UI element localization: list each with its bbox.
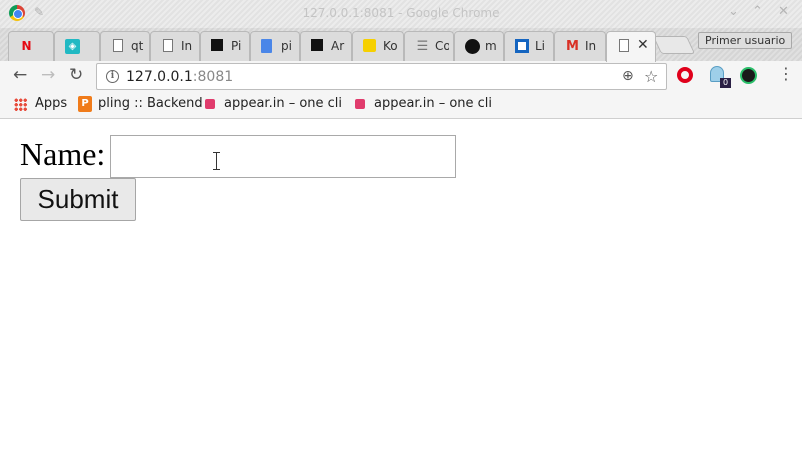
github-icon xyxy=(465,39,480,54)
bookmark-appear-in-2[interactable]: appear.in – one click xyxy=(374,96,491,111)
google-docs-icon xyxy=(261,39,272,53)
maximize-icon[interactable]: ⌃ xyxy=(752,4,763,19)
black-square-icon xyxy=(211,39,223,51)
tab-title: Ar xyxy=(331,39,345,53)
star-icon[interactable]: ☆ xyxy=(644,67,658,86)
page-content: Name: Submit xyxy=(0,120,802,454)
submit-button[interactable]: Submit xyxy=(20,178,136,221)
menu-icon[interactable]: ⋮ xyxy=(778,64,794,83)
url-text[interactable]: 127.0.0.1:8081 xyxy=(126,69,233,85)
tab-strip: N ◈ qt In Pi pi Ar Ko ☰ Co m Li M In ✕ P… xyxy=(0,28,802,62)
black-square-icon xyxy=(311,39,323,51)
netflix-icon: N xyxy=(21,39,32,53)
pling-icon: P xyxy=(78,96,92,112)
appear-icon xyxy=(355,99,365,109)
window-titlebar: ✎ 127.0.0.1:8081 - Google Chrome ⌄ ⌃ ✕ xyxy=(0,0,802,28)
opera-extension-icon[interactable] xyxy=(677,67,693,83)
back-icon[interactable]: ← xyxy=(13,65,27,85)
speed-extension-icon[interactable] xyxy=(740,67,757,84)
tab-title: Li xyxy=(535,39,546,53)
tab-title: m xyxy=(485,39,497,53)
tab-ko[interactable]: Ko xyxy=(352,31,404,61)
tab-title: Pi xyxy=(231,39,242,53)
minimize-icon[interactable]: ⌄ xyxy=(728,4,739,19)
tab-qt[interactable]: qt xyxy=(100,31,150,61)
appear-icon xyxy=(205,99,215,109)
tab-pi-doc[interactable]: pi xyxy=(250,31,300,61)
text-cursor-icon xyxy=(213,152,223,170)
reload-icon[interactable]: ↻ xyxy=(69,65,83,85)
tab-title: Ko xyxy=(383,39,397,53)
close-icon[interactable]: ✕ xyxy=(778,4,789,19)
document-icon xyxy=(619,39,629,52)
tab-netflix[interactable]: N xyxy=(8,31,54,61)
document-icon xyxy=(113,39,123,52)
zoom-icon[interactable]: ⊕ xyxy=(622,68,634,84)
shield-icon: ◈ xyxy=(65,39,80,54)
tab-ar[interactable]: Ar xyxy=(300,31,352,61)
window-title: 127.0.0.1:8081 - Google Chrome xyxy=(302,6,500,20)
address-bar[interactable]: i 127.0.0.1:8081 ⊕ ☆ xyxy=(96,63,667,90)
tab-co[interactable]: ☰ Co xyxy=(404,31,454,61)
tab-title: qt xyxy=(131,39,144,53)
info-icon[interactable]: i xyxy=(106,70,119,83)
bookmarks-bar: Apps P pling :: Backend appear.in – one … xyxy=(0,91,802,119)
tab-title: Co xyxy=(435,39,449,53)
tab-shield[interactable]: ◈ xyxy=(54,31,100,61)
tab-in[interactable]: In xyxy=(150,31,200,61)
bookmark-pling[interactable]: pling :: Backend xyxy=(98,96,203,111)
name-label: Name: xyxy=(20,136,106,172)
tab-pi[interactable]: Pi xyxy=(200,31,250,61)
gmail-icon: M xyxy=(566,39,579,54)
apps-icon xyxy=(14,98,27,111)
url-host: 127.0.0.1 xyxy=(126,69,193,85)
tab-li[interactable]: Li xyxy=(504,31,554,61)
extension-badge: 0 xyxy=(720,78,731,88)
document-icon xyxy=(163,39,173,52)
tab-title: In xyxy=(585,39,597,53)
list-icon: ☰ xyxy=(416,39,429,54)
forward-icon[interactable]: → xyxy=(41,65,55,85)
tab-github[interactable]: m xyxy=(454,31,504,61)
url-port: :8081 xyxy=(192,69,234,85)
bookmark-apps[interactable]: Apps xyxy=(35,96,67,111)
tab-title: pi xyxy=(281,39,292,53)
tab-title: In xyxy=(181,39,193,53)
tab-active[interactable]: ✕ xyxy=(606,31,656,62)
trello-icon xyxy=(515,39,529,53)
new-tab-button[interactable] xyxy=(652,36,696,54)
tab-close-icon[interactable]: ✕ xyxy=(637,37,649,53)
name-input[interactable] xyxy=(110,135,456,178)
tab-gmail[interactable]: M In xyxy=(554,31,606,61)
profile-button[interactable]: Primer usuario xyxy=(698,32,793,49)
bookmark-appear-in-1[interactable]: appear.in – one click xyxy=(224,96,341,111)
browser-toolbar: ← → ↻ i 127.0.0.1:8081 ⊕ ☆ ⋮ xyxy=(0,61,802,91)
yellow-note-icon xyxy=(363,39,376,52)
